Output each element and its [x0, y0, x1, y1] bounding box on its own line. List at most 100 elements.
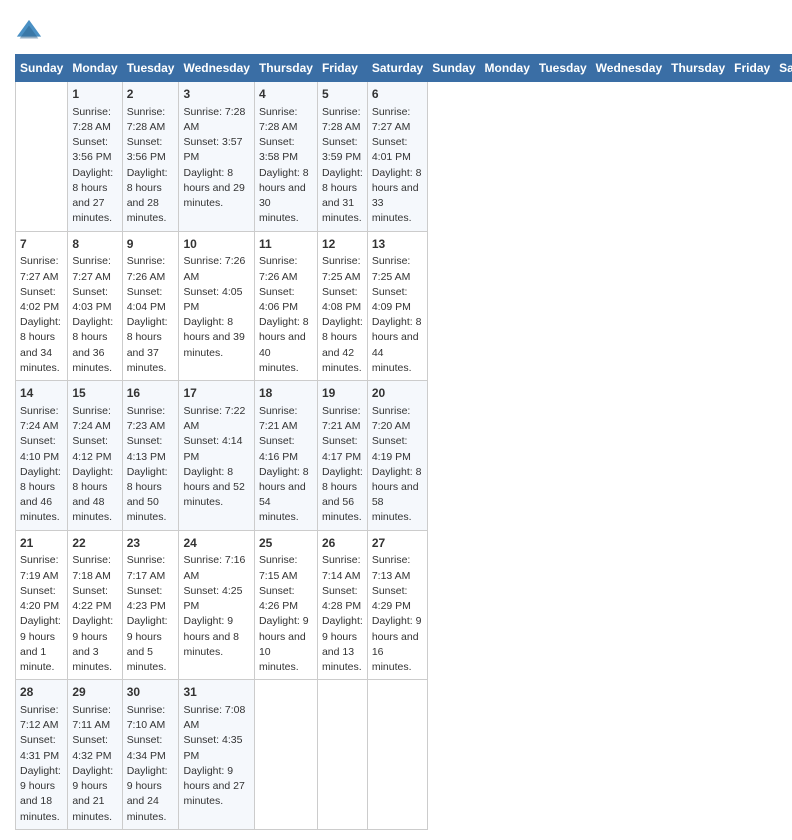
cell-sun-info: Sunrise: 7:21 AMSunset: 4:17 PMDaylight:…: [322, 404, 363, 526]
calendar-cell: [367, 680, 427, 830]
cell-sun-info: Sunrise: 7:27 AMSunset: 4:03 PMDaylight:…: [72, 254, 117, 376]
calendar-cell: 20 Sunrise: 7:20 AMSunset: 4:19 PMDayligh…: [367, 381, 427, 531]
cell-day-number: 29: [72, 684, 117, 701]
calendar-cell: 31Sunrise: 7:08 AMSunset: 4:35 PMDayligh…: [179, 680, 254, 830]
calendar-cell: 25Sunrise: 7:15 AMSunset: 4:26 PMDayligh…: [254, 530, 317, 680]
weekday-header: Wednesday: [591, 55, 666, 82]
day-of-week-header: Tuesday: [122, 55, 179, 82]
calendar-cell: [16, 82, 68, 232]
calendar-cell: 30 Sunrise: 7:10 AMSunset: 4:34 PMDayligh…: [122, 680, 179, 830]
calendar-cell: 12Sunrise: 7:25 AMSunset: 4:08 PMDayligh…: [317, 231, 367, 381]
cell-day-number: 2: [127, 86, 175, 103]
cell-day-number: 16: [127, 385, 175, 402]
cell-day-number: 8: [72, 236, 117, 253]
cell-day-number: 20: [372, 385, 423, 402]
cell-day-number: 19: [322, 385, 363, 402]
cell-sun-info: Sunrise: 7:28 AMSunset: 3:57 PMDaylight:…: [183, 105, 249, 212]
cell-sun-info: Sunrise: 7:28 AMSunset: 3:58 PMDaylight:…: [259, 105, 313, 227]
logo: [15, 18, 45, 46]
cell-sun-info: Sunrise: 7:23 AMSunset: 4:13 PMDaylight:…: [127, 404, 175, 526]
cell-day-number: 30: [127, 684, 175, 701]
calendar-cell: 29 Sunrise: 7:11 AMSunset: 4:32 PMDayligh…: [68, 680, 122, 830]
cell-day-number: 5: [322, 86, 363, 103]
cell-sun-info: Sunrise: 7:26 AMSunset: 4:05 PMDaylight:…: [183, 254, 249, 361]
day-of-week-header: Thursday: [254, 55, 317, 82]
cell-day-number: 10: [183, 236, 249, 253]
calendar-week-row: 21Sunrise: 7:19 AMSunset: 4:20 PMDayligh…: [16, 530, 792, 680]
calendar-cell: 27Sunrise: 7:13 AMSunset: 4:29 PMDayligh…: [367, 530, 427, 680]
calendar-header-row: SundayMondayTuesdayWednesdayThursdayFrid…: [16, 55, 792, 82]
cell-sun-info: Sunrise: 7:27 AMSunset: 4:01 PMDaylight:…: [372, 105, 423, 227]
calendar-cell: [254, 680, 317, 830]
cell-sun-info: Sunrise: 7:15 AMSunset: 4:26 PMDaylight:…: [259, 553, 313, 675]
cell-sun-info: Sunrise: 7:10 AMSunset: 4:34 PMDaylight:…: [127, 703, 175, 825]
day-of-week-header: Monday: [68, 55, 122, 82]
weekday-header: Friday: [730, 55, 775, 82]
calendar-cell: 15Sunrise: 7:24 AMSunset: 4:12 PMDayligh…: [68, 381, 122, 531]
calendar-cell: 17 Sunrise: 7:22 AMSunset: 4:14 PMDayligh…: [179, 381, 254, 531]
calendar-cell: 22Sunrise: 7:18 AMSunset: 4:22 PMDayligh…: [68, 530, 122, 680]
weekday-header: Monday: [480, 55, 534, 82]
calendar-cell: 16 Sunrise: 7:23 AMSunset: 4:13 PMDayligh…: [122, 381, 179, 531]
calendar-week-row: 1Sunrise: 7:28 AMSunset: 3:56 PMDaylight…: [16, 82, 792, 232]
calendar-cell: 4Sunrise: 7:28 AMSunset: 3:58 PMDaylight…: [254, 82, 317, 232]
cell-sun-info: Sunrise: 7:25 AMSunset: 4:09 PMDaylight:…: [372, 254, 423, 376]
cell-sun-info: Sunrise: 7:16 AMSunset: 4:25 PMDaylight:…: [183, 553, 249, 660]
day-of-week-header: Saturday: [367, 55, 427, 82]
cell-sun-info: Sunrise: 7:27 AMSunset: 4:02 PMDaylight:…: [20, 254, 63, 376]
calendar-cell: 6Sunrise: 7:27 AMSunset: 4:01 PMDaylight…: [367, 82, 427, 232]
calendar-cell: 28Sunrise: 7:12 AMSunset: 4:31 PMDayligh…: [16, 680, 68, 830]
cell-day-number: 21: [20, 535, 63, 552]
calendar-cell: 1Sunrise: 7:28 AMSunset: 3:56 PMDaylight…: [68, 82, 122, 232]
calendar-cell: 23Sunrise: 7:17 AMSunset: 4:23 PMDayligh…: [122, 530, 179, 680]
weekday-header: Sunday: [428, 55, 480, 82]
cell-day-number: 9: [127, 236, 175, 253]
cell-sun-info: Sunrise: 7:22 AMSunset: 4:14 PMDaylight:…: [183, 404, 249, 511]
calendar-cell: 2 Sunrise: 7:28 AMSunset: 3:56 PMDaylight…: [122, 82, 179, 232]
calendar-week-row: 14 Sunrise: 7:24 AMSunset: 4:10 PMDayligh…: [16, 381, 792, 531]
cell-sun-info: Sunrise: 7:21 AMSunset: 4:16 PMDaylight:…: [259, 404, 313, 526]
calendar-cell: [317, 680, 367, 830]
cell-sun-info: Sunrise: 7:28 AMSunset: 3:56 PMDaylight:…: [127, 105, 175, 227]
cell-sun-info: Sunrise: 7:20 AMSunset: 4:19 PMDaylight:…: [372, 404, 423, 526]
cell-sun-info: Sunrise: 7:24 AMSunset: 4:10 PMDaylight:…: [20, 404, 63, 526]
cell-day-number: 24: [183, 535, 249, 552]
cell-sun-info: Sunrise: 7:18 AMSunset: 4:22 PMDaylight:…: [72, 553, 117, 675]
cell-sun-info: Sunrise: 7:25 AMSunset: 4:08 PMDaylight:…: [322, 254, 363, 376]
cell-day-number: 22: [72, 535, 117, 552]
cell-day-number: 26: [322, 535, 363, 552]
cell-day-number: 23: [127, 535, 175, 552]
cell-day-number: 11: [259, 236, 313, 253]
calendar-cell: 19 Sunrise: 7:21 AMSunset: 4:17 PMDayligh…: [317, 381, 367, 531]
calendar-week-row: 7Sunrise: 7:27 AMSunset: 4:02 PMDaylight…: [16, 231, 792, 381]
cell-day-number: 7: [20, 236, 63, 253]
cell-day-number: 25: [259, 535, 313, 552]
cell-day-number: 27: [372, 535, 423, 552]
calendar-cell: 7Sunrise: 7:27 AMSunset: 4:02 PMDaylight…: [16, 231, 68, 381]
calendar-cell: 26Sunrise: 7:14 AMSunset: 4:28 PMDayligh…: [317, 530, 367, 680]
calendar-cell: 21Sunrise: 7:19 AMSunset: 4:20 PMDayligh…: [16, 530, 68, 680]
header: [15, 10, 777, 46]
calendar-cell: 11Sunrise: 7:26 AMSunset: 4:06 PMDayligh…: [254, 231, 317, 381]
cell-sun-info: Sunrise: 7:11 AMSunset: 4:32 PMDaylight:…: [72, 703, 117, 825]
cell-day-number: 14: [20, 385, 63, 402]
day-of-week-header: Sunday: [16, 55, 68, 82]
cell-sun-info: Sunrise: 7:14 AMSunset: 4:28 PMDaylight:…: [322, 553, 363, 675]
weekday-header: Tuesday: [534, 55, 591, 82]
cell-sun-info: Sunrise: 7:28 AMSunset: 3:59 PMDaylight:…: [322, 105, 363, 227]
weekday-header: Saturday: [775, 55, 792, 82]
cell-sun-info: Sunrise: 7:12 AMSunset: 4:31 PMDaylight:…: [20, 703, 63, 825]
calendar-cell: 5 Sunrise: 7:28 AMSunset: 3:59 PMDaylight…: [317, 82, 367, 232]
cell-sun-info: Sunrise: 7:17 AMSunset: 4:23 PMDaylight:…: [127, 553, 175, 675]
cell-day-number: 3: [183, 86, 249, 103]
cell-day-number: 31: [183, 684, 249, 701]
calendar-cell: 14 Sunrise: 7:24 AMSunset: 4:10 PMDayligh…: [16, 381, 68, 531]
cell-day-number: 13: [372, 236, 423, 253]
calendar-table: SundayMondayTuesdayWednesdayThursdayFrid…: [15, 54, 792, 830]
cell-sun-info: Sunrise: 7:19 AMSunset: 4:20 PMDaylight:…: [20, 553, 63, 675]
cell-sun-info: Sunrise: 7:13 AMSunset: 4:29 PMDaylight:…: [372, 553, 423, 675]
cell-day-number: 17: [183, 385, 249, 402]
calendar-cell: 18Sunrise: 7:21 AMSunset: 4:16 PMDayligh…: [254, 381, 317, 531]
cell-sun-info: Sunrise: 7:26 AMSunset: 4:04 PMDaylight:…: [127, 254, 175, 376]
calendar-cell: 3 Sunrise: 7:28 AMSunset: 3:57 PMDaylight…: [179, 82, 254, 232]
